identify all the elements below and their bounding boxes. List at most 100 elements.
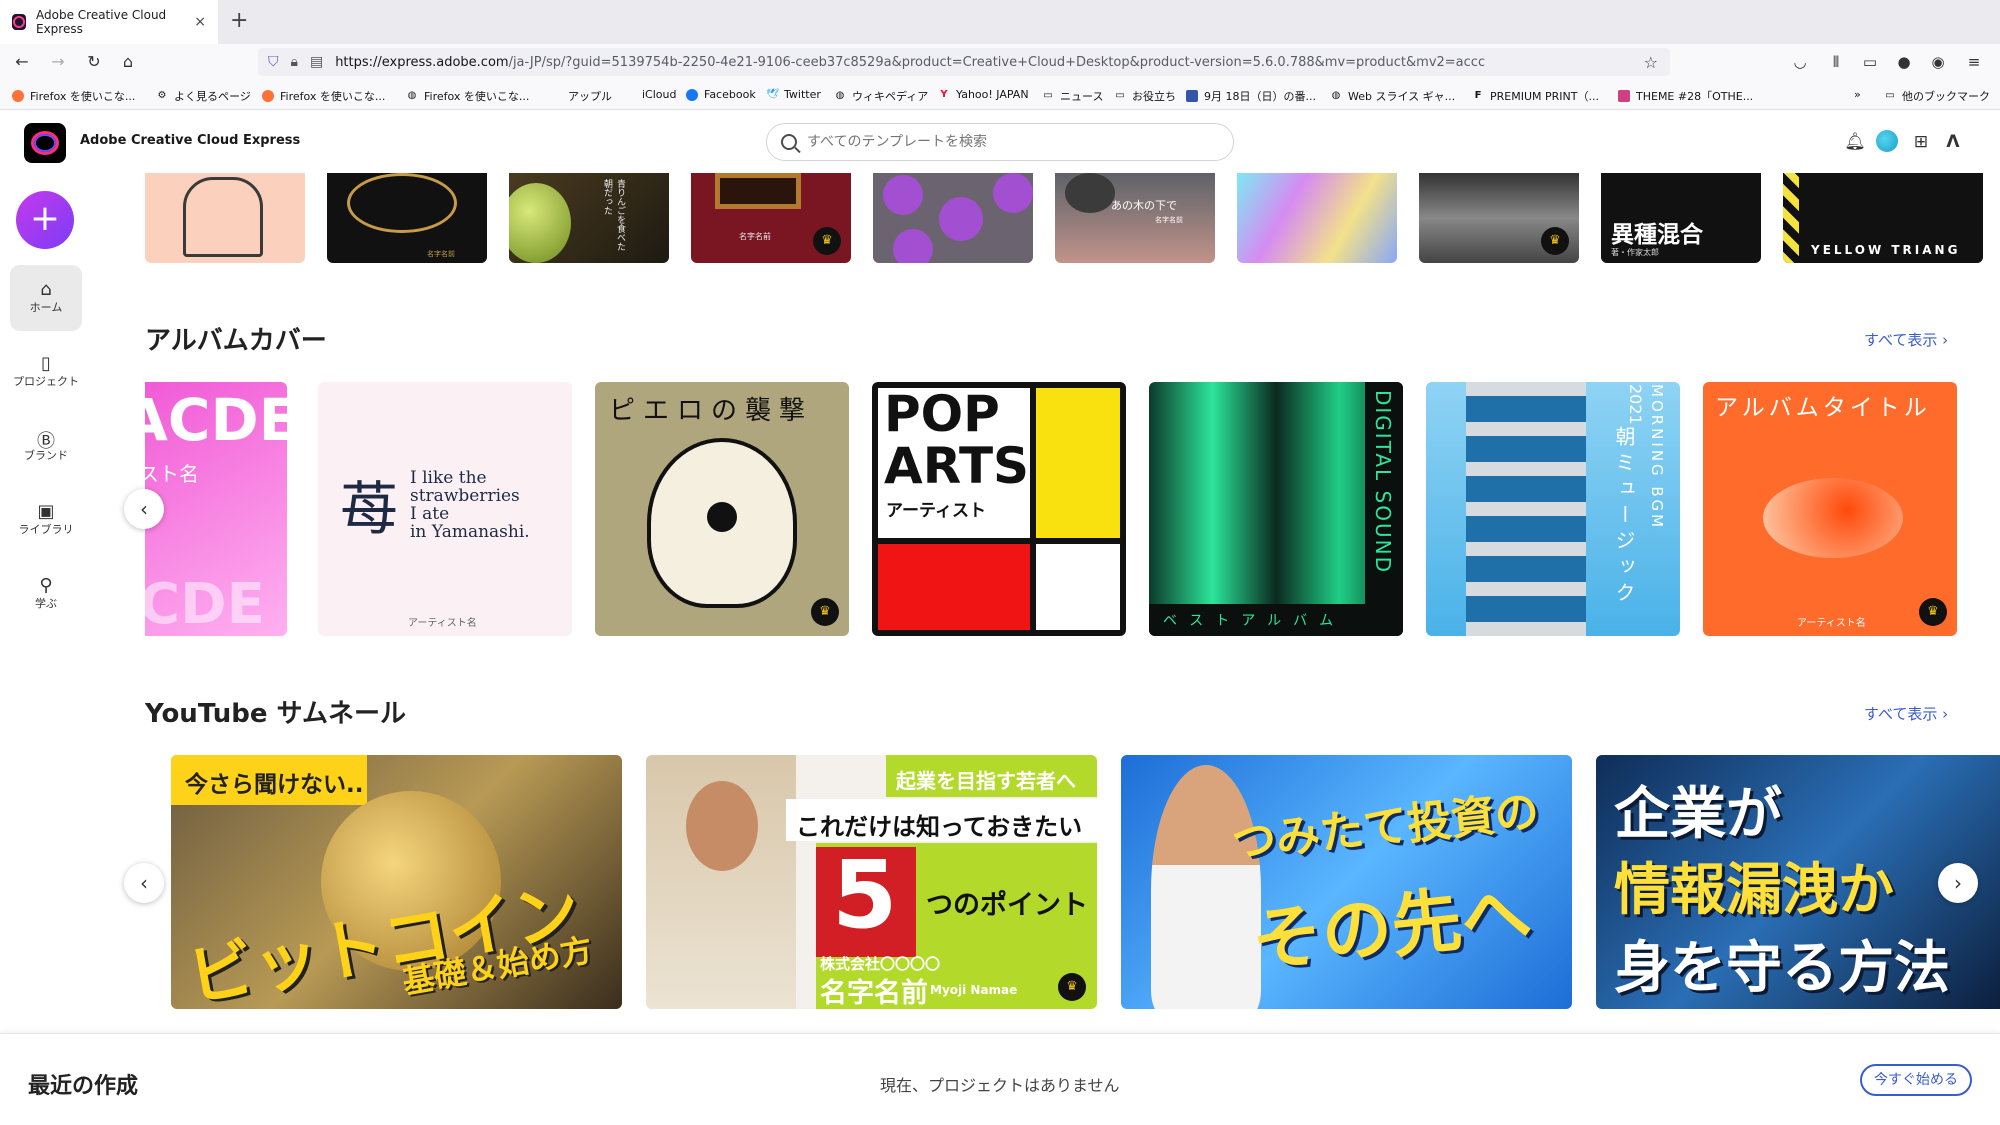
template-card[interactable] [145,173,305,263]
library-icon: ▣ [37,501,55,522]
bookmark-item[interactable]: Facebook [686,88,756,101]
person-face [686,781,758,871]
sidebar-item-learn[interactable]: ⚲ 学ぶ [10,561,82,627]
template-search[interactable] [766,123,1234,161]
bookmark-item[interactable]: ▭ 他のブックマーク [1884,88,1990,104]
card-text: 名字名前 [820,978,928,1009]
card-title: つみたて投資の [1229,786,1542,869]
album-carousel-prev-button[interactable]: ‹ [124,489,164,529]
bell-icon[interactable]: 🔔︎ [1844,131,1866,153]
album-card[interactable]: DIGITAL SOUND ベストアルバム [1149,382,1403,636]
home-icon[interactable]: ⌂ [116,50,140,74]
album-card[interactable]: ピエロの襲撃 ♛ [595,382,849,636]
template-card[interactable] [873,173,1033,263]
lock-icon[interactable]: 🔒︎ [291,54,298,70]
url-path: /ja-JP/sp/?guid=5139754b-2250-4e21-9106-… [508,54,1486,70]
more-bookmarks-chevron-icon[interactable]: » [1854,88,1861,101]
browser-tab[interactable]: Adobe Creative Cloud Express × [0,0,218,44]
creative-cloud-logo-icon[interactable] [24,123,66,163]
frame-illustration [715,173,801,209]
tab-close-icon[interactable]: × [194,14,206,30]
back-arrow-icon[interactable]: ← [10,50,34,74]
sidebar-toggle-icon[interactable]: ▭ [1858,50,1882,74]
create-button[interactable]: + [16,191,74,249]
template-card[interactable]: ♛ [1419,173,1579,263]
bookmark-item[interactable]: ◍ Firefox を使いこな... [406,88,530,104]
card-text: 名字名前 [739,232,771,241]
reload-icon[interactable]: ↻ [82,50,106,74]
template-card[interactable]: YELLOW TRIANG [1783,173,1983,263]
album-card[interactable]: アルバムタイトル アーティスト名 ♛ [1703,382,1957,636]
apps-grid-icon[interactable]: ⊞ [1910,131,1932,153]
album-card[interactable]: POP ARTS アーティスト [872,382,1126,636]
sidebar-item-brand[interactable]: Ⓑ ブランド [10,413,82,479]
sidebar-item-projects[interactable]: ▯ プロジェクト [10,339,82,405]
bird-illustration [1763,478,1903,558]
bookmark-item[interactable]: ▭ ニュース [1042,88,1103,104]
facebook-icon [686,88,698,101]
card-text: 今さら聞けない.. [185,772,364,798]
youtube-see-all-link[interactable]: すべて表示 › [1864,703,1948,724]
bookmark-item[interactable]: ⚙ よく見るページ [156,88,251,104]
premium-crown-icon: ♛ [811,598,839,626]
bookmark-item[interactable]: F PREMIUM PRINT（... [1472,88,1599,104]
avatar[interactable] [1876,130,1898,152]
template-card[interactable]: 名字名前 ♛ [691,173,851,263]
url-bar[interactable]: ⛉ 🔒︎ ▤ https://express.adobe.com/ja-JP/s… [258,48,1670,76]
bookmark-item[interactable]: THEME #28「OTHE... [1618,88,1753,104]
page-info-icon[interactable]: ▤ [310,54,323,70]
bookmark-item[interactable]: Y Yahoo! JAPAN [938,88,1028,101]
globe-icon: ◍ [1331,90,1341,101]
card-title: 異種混合 [1611,222,1703,248]
forward-arrow-icon[interactable]: → [46,50,70,74]
youtube-carousel-next-button[interactable]: › [1938,863,1978,903]
sidebar-item-home[interactable]: ⌂ ホーム [10,265,82,331]
bookmark-item[interactable]: ▭ お役立ち [1114,88,1176,104]
youtube-card[interactable]: つみたて投資の その先へ [1121,755,1572,1009]
template-card[interactable]: 名字名前 [327,173,487,263]
template-card[interactable]: あの木の下で 名字名前 [1055,173,1215,263]
start-now-button[interactable]: 今すぐ始める [1860,1064,1972,1096]
apple-icon [550,90,562,102]
youtube-card[interactable]: 起業を目指す若者へ これだけは知っておきたい 5 つのポイント 株式会社〇〇〇〇… [646,755,1097,1009]
card-title: ピエロの襲撃 [609,396,814,426]
recent-empty-message: 現在、プロジェクトはありません [880,1076,1120,1095]
adobe-logo-icon[interactable]: Λ [1942,131,1964,153]
bookmark-item[interactable]: 9月 18日（日）の番... [1186,88,1316,104]
card-text: 名字名前 [427,250,455,258]
app-title[interactable]: Adobe Creative Cloud Express [80,133,300,148]
extension-icon[interactable]: ● [1892,50,1916,74]
album-card[interactable]: 苺 I like the strawberries I ate in Yaman… [318,382,572,636]
sidebar-item-library[interactable]: ▣ ライブラリ [10,487,82,553]
yellow-block [1036,388,1120,538]
template-card[interactable]: 青りんごを食べた朝だった [509,173,669,263]
card-title: 朝ミュージック [1612,426,1636,608]
bookmark-item[interactable]: 🕊︎ Twitter [766,88,821,101]
shield-icon[interactable]: ⛉ [268,54,279,70]
adobe-favicon-icon [12,14,26,30]
bookmark-item[interactable]: ◍ Web スライス ギャ... [1330,88,1456,104]
bookmark-item[interactable]: Firefox を使いこな... [12,88,135,104]
bookmark-item[interactable]: ◍ ウィキペディア [834,88,929,104]
bookmark-item[interactable]: アップル [550,88,612,104]
template-card[interactable] [1237,173,1397,263]
youtube-card[interactable]: 今さら聞けない.. ビットコイン 基礎＆始め方 [171,755,622,1009]
new-tab-button[interactable]: + [230,8,248,33]
album-card[interactable]: ACDE スト名 CDE [145,382,287,636]
recent-creations-panel: 最近の作成 現在、プロジェクトはありません 今すぐ始める [0,1033,2000,1125]
card-text: アーティスト名 [1797,618,1866,629]
pocket-icon[interactable]: ◡ [1788,50,1812,74]
template-card[interactable]: 異種混合 著・作家太郎 [1601,173,1761,263]
account-icon[interactable]: ◉ [1926,50,1950,74]
library-icon[interactable]: ⫴ [1824,50,1848,74]
search-input[interactable] [807,134,1187,150]
bookmark-star-icon[interactable]: ☆ [1644,53,1658,72]
card-text: 青りんごを食べた朝だった [602,179,625,251]
bookmark-item[interactable]: Firefox を使いこな... [262,88,385,104]
youtube-carousel-prev-button[interactable]: ‹ [124,863,164,903]
menu-icon[interactable]: ≡ [1962,50,1986,74]
bookmark-item[interactable]: iCloud [624,88,676,101]
album-see-all-link[interactable]: すべて表示 › [1864,329,1948,350]
url-text[interactable]: https://express.adobe.com/ja-JP/sp/?guid… [335,55,1485,70]
album-card[interactable]: MORNING BGM 2021 朝ミュージック [1426,382,1680,636]
